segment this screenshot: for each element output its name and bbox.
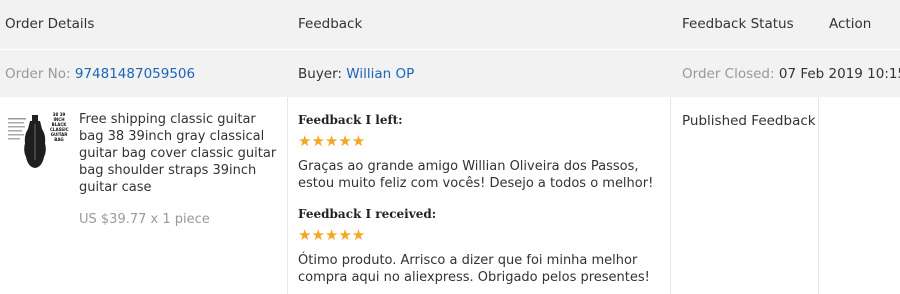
column-divider xyxy=(818,97,819,294)
order-item-row: 38 39 INCH BLACK CLASSIC GUITAR BAG Free… xyxy=(0,97,900,294)
feedback-left-text: Graças ao grande amigo Willian Oliveira … xyxy=(298,159,654,191)
product-thumbnail[interactable]: 38 39 INCH BLACK CLASSIC GUITAR BAG xyxy=(6,112,69,172)
feedback-left-heading: Feedback I left: xyxy=(298,113,403,127)
column-divider xyxy=(287,97,288,294)
order-no-label: Order No: xyxy=(5,66,71,82)
header-feedback: Feedback xyxy=(298,16,363,32)
feedback-left-stars: ★★★★★ xyxy=(298,132,366,150)
order-closed: Order Closed: 07 Feb 2019 10:15 xyxy=(682,66,900,82)
order-number: Order No: 97481487059506 xyxy=(5,66,195,82)
feedback-status-value: Published Feedback xyxy=(682,113,816,129)
feedback-received-stars: ★★★★★ xyxy=(298,226,366,244)
order-summary-row: Order No: 97481487059506 Buyer: Willian … xyxy=(0,50,900,97)
feedback-received-heading: Feedback I received: xyxy=(298,207,437,221)
buyer-label: Buyer: xyxy=(298,66,342,82)
product-price: US $39.77 x 1 piece xyxy=(79,212,210,227)
buyer-link[interactable]: Willian OP xyxy=(346,66,414,82)
column-divider xyxy=(670,97,671,294)
feedback-received-text: Ótimo produto. Arrisco a dizer que foi m… xyxy=(298,253,650,285)
thumb-caption: 38 39 INCH BLACK CLASSIC GUITAR BAG xyxy=(50,112,69,142)
header-feedback-status: Feedback Status xyxy=(682,16,794,32)
buyer: Buyer: Willian OP xyxy=(298,66,414,82)
order-closed-date: 07 Feb 2019 10:15 xyxy=(778,66,900,82)
table-header: Order Details Feedback Feedback Status A… xyxy=(0,0,900,50)
header-action: Action xyxy=(829,16,872,32)
order-no-link[interactable]: 97481487059506 xyxy=(75,66,195,82)
order-closed-label: Order Closed: xyxy=(682,66,775,82)
product-title-link[interactable]: Free shipping classic guitar bag 38 39in… xyxy=(79,111,279,196)
header-order-details: Order Details xyxy=(5,16,95,32)
